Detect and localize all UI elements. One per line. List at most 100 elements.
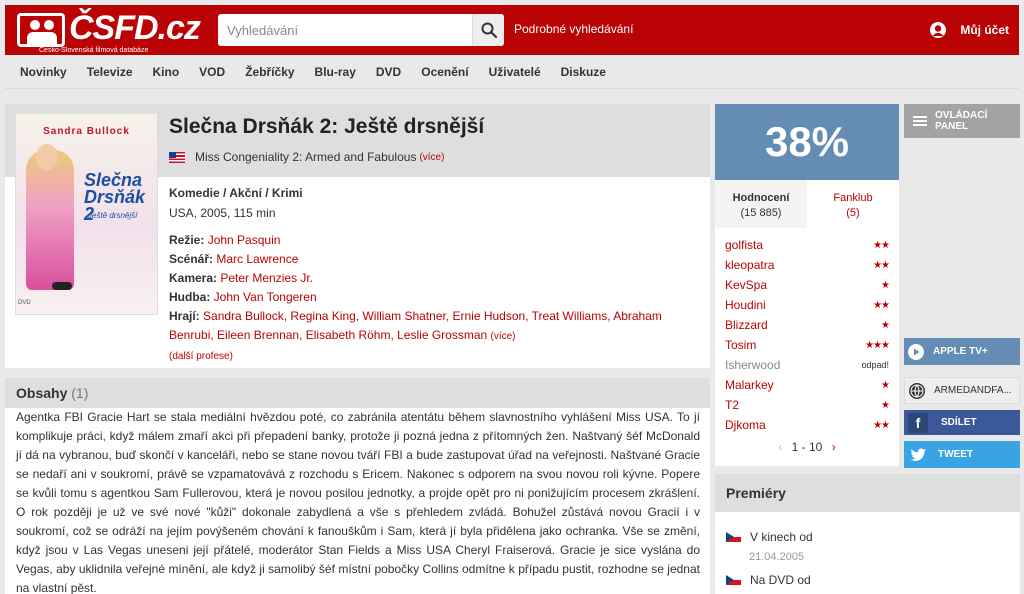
star-rating: ★★★ (865, 339, 890, 351)
film-title: Slečna Drsňák 2: Ještě drsnější (169, 115, 485, 138)
search-box (218, 14, 504, 46)
nav-diskuze[interactable]: Diskuze (561, 65, 606, 79)
logo-icon (17, 13, 65, 47)
user-link[interactable]: Isherwood (725, 358, 780, 372)
star-rating: ★★ (873, 419, 890, 431)
user-link[interactable]: Malarkey (725, 378, 774, 392)
nav-vod[interactable]: VOD (199, 65, 225, 79)
cast-links[interactable]: Sandra Bullock, Regina King, William Sha… (169, 309, 662, 342)
nav-televize[interactable]: Televize (87, 65, 133, 79)
star-rating: ★★ (873, 299, 890, 311)
user-link[interactable]: T2 (725, 398, 739, 412)
rating-percent: 38% (715, 104, 899, 180)
film-poster[interactable]: Sandra Bullock Slečna Drsňák 2 Ještě drsn… (15, 113, 158, 315)
csfd-logo[interactable]: ČSFD.cz Česko-Slovenská filmová databáze (17, 9, 201, 54)
search-button[interactable] (472, 14, 504, 46)
cast-more-link[interactable]: (více) (491, 331, 516, 342)
list-item: Blizzard ★ (725, 315, 890, 335)
premieres-card: Premiéry V kinech od 21.04.2005 Na DVD o… (715, 474, 1020, 594)
apple-tv-button[interactable]: APPLE TV+ (904, 338, 1020, 365)
music-link[interactable]: John Van Tongeren (214, 290, 317, 304)
rating-column: 38% Hodnocení (15 885) Fanklub (5) golfi… (715, 104, 899, 466)
list-item: KevSpa ★ (725, 275, 890, 295)
main-nav: Novinky Televize Kino VOD Žebříčky Blu-r… (5, 55, 1019, 89)
list-item: T2 ★ (725, 395, 890, 415)
search-icon (481, 22, 497, 38)
poster-actor: Sandra Bullock (43, 126, 130, 137)
top-header: ČSFD.cz Česko-Slovenská filmová databáze… (5, 5, 1019, 55)
account-menu[interactable]: Můj účet (929, 22, 1009, 38)
nav-bluray[interactable]: Blu-ray (315, 65, 356, 79)
user-link[interactable]: Blizzard (725, 318, 768, 332)
user-ratings-list: golfista ★★ kleopatra ★★ KevSpa ★ Houdini ★★… (725, 235, 890, 435)
plot-count: (1) (71, 385, 89, 401)
alt-title-text: Miss Congeniality 2: Armed and Fabulous (195, 150, 417, 164)
nav-oceneni[interactable]: Ocenění (421, 65, 468, 79)
facebook-icon: f (908, 412, 928, 433)
film-header-card: Sandra Bullock Slečna Drsňák 2 Ještě drsn… (5, 104, 710, 368)
film-genres: Komedie / Akční / Krimi (169, 186, 303, 200)
pager-range: 1 - 10 (791, 440, 823, 454)
user-link[interactable]: kleopatra (725, 258, 774, 272)
nav-dvd[interactable]: DVD (376, 65, 401, 79)
star-rating: ★ (881, 279, 890, 291)
list-item: Isherwood odpad! (725, 355, 889, 375)
user-link[interactable]: Tosim (725, 338, 756, 352)
screenplay-link[interactable]: Marc Lawrence (216, 252, 298, 266)
pager-next-button[interactable]: › (832, 440, 836, 454)
list-item: kleopatra ★★ (725, 255, 890, 275)
list-item: Malarkey ★ (725, 375, 890, 395)
pager-prev-button[interactable]: ‹ (778, 440, 782, 454)
user-icon (930, 22, 947, 38)
official-web-link[interactable]: ARMEDANDFA... (904, 377, 1020, 404)
menu-icon (913, 116, 927, 126)
film-credits: Režie: John Pasquin Scénář: Marc Lawrenc… (169, 233, 662, 362)
list-item: golfista ★★ (725, 235, 890, 255)
list-item: Djkoma ★★ (725, 415, 890, 435)
logo-tagline: Česko-Slovenská filmová databáze (39, 47, 149, 54)
poster-dvd-logo: DVD (18, 300, 31, 306)
twitter-icon (910, 448, 926, 461)
director-link[interactable]: John Pasquin (208, 233, 281, 247)
premiere-cinema: V kinech od (726, 530, 813, 544)
star-rating: ★★ (873, 259, 890, 271)
nav-kino[interactable]: Kino (153, 65, 180, 79)
ratings-pager: ‹ 1 - 10 › (715, 440, 899, 454)
tab-ratings[interactable]: Hodnocení (15 885) (715, 180, 807, 228)
advanced-search-link[interactable]: Podrobné vyhledávání (514, 22, 633, 36)
star-rating: ★ (881, 319, 890, 331)
alt-titles-more-link[interactable]: (více) (419, 152, 444, 163)
facebook-share-button[interactable]: f SDÍLET (904, 410, 1020, 435)
account-label: Můj účet (960, 23, 1009, 37)
star-rating: ★ (881, 379, 890, 391)
user-link[interactable]: Djkoma (725, 418, 766, 432)
film-origin: USA, 2005, 115 min (169, 206, 276, 220)
nav-uzivatele[interactable]: Uživatelé (489, 65, 541, 79)
premieres-heading: Premiéry (715, 474, 1020, 512)
play-icon (908, 343, 924, 360)
tab-fanclub[interactable]: Fanklub (5) (807, 180, 899, 228)
twitter-tweet-button[interactable]: TWEET (904, 441, 1020, 468)
us-flag-icon (169, 151, 185, 163)
plot-card: Obsahy (1) Agentka FBI Gracie Hart se st… (5, 378, 710, 594)
nav-novinky[interactable]: Novinky (20, 65, 67, 79)
logo-text: ČSFD.cz (69, 9, 201, 47)
premiere-cinema-date: 21.04.2005 (749, 551, 805, 563)
camera-link[interactable]: Peter Menzies Jr. (220, 271, 313, 285)
list-item: Houdini ★★ (725, 295, 890, 315)
list-item: Tosim ★★★ (725, 335, 890, 355)
plot-heading: Obsahy (1) (16, 385, 89, 401)
more-professions-link[interactable]: (další profese) (169, 351, 233, 362)
nav-zebricky[interactable]: Žebříčky (245, 65, 294, 79)
star-rating: ★★ (873, 239, 890, 251)
user-link[interactable]: Houdini (725, 298, 766, 312)
control-panel-button[interactable]: OVLÁDACÍ PANEL (904, 104, 1020, 138)
poster-subtitle: Ještě drsnější (88, 211, 138, 220)
user-link[interactable]: KevSpa (725, 278, 767, 292)
star-rating: odpad! (861, 360, 889, 370)
user-link[interactable]: golfista (725, 238, 763, 252)
premiere-dvd: Na DVD od (726, 573, 811, 587)
cz-flag-icon (726, 575, 741, 585)
plot-text: Agentka FBI Gracie Hart se stala mediáln… (16, 410, 700, 594)
search-input[interactable] (218, 14, 468, 46)
